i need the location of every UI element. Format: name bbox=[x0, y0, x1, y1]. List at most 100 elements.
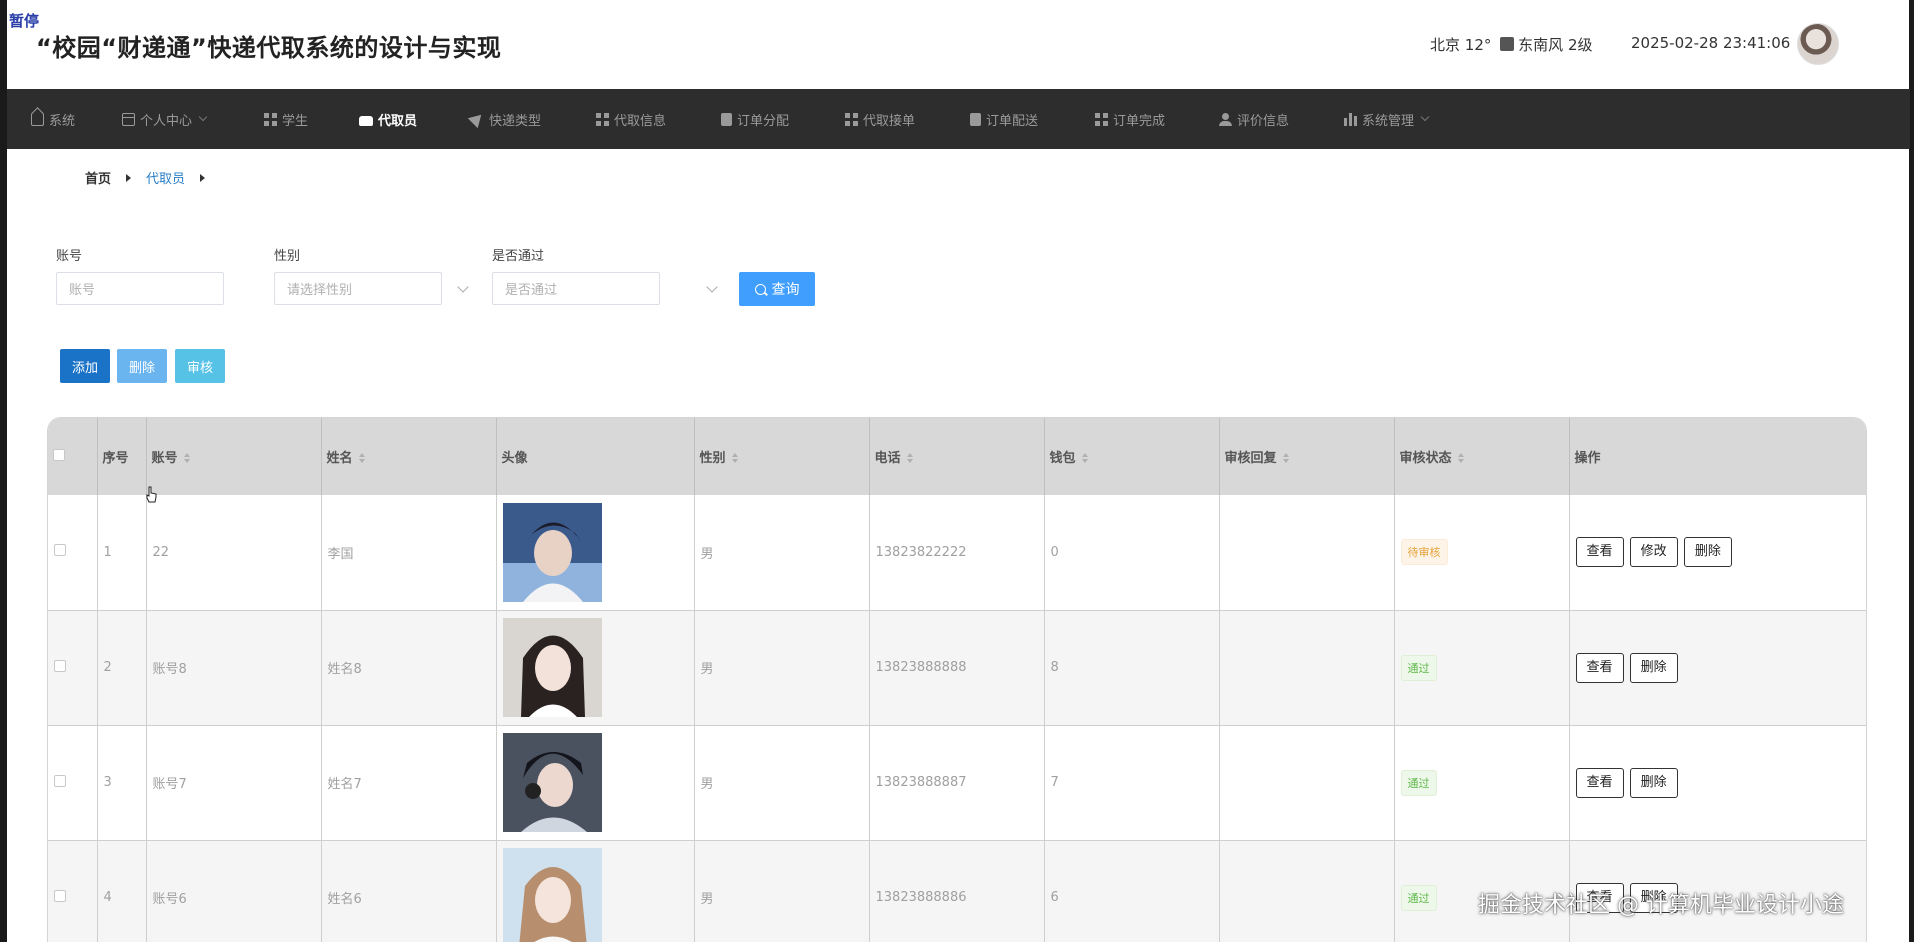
breadcrumb-home[interactable]: 首页 bbox=[85, 168, 111, 187]
nav-item-reviews[interactable]: 评价信息 bbox=[1219, 89, 1289, 149]
grid-icon bbox=[1095, 112, 1108, 126]
cell-audit-reply bbox=[1219, 840, 1395, 942]
nav-item-pickup-info[interactable]: 代取信息 bbox=[596, 89, 666, 149]
query-button[interactable]: 查询 bbox=[739, 272, 815, 306]
delete-button[interactable]: 删除 bbox=[1629, 767, 1678, 798]
column-header-phone[interactable]: 电话 bbox=[869, 418, 1045, 495]
select-all-checkbox[interactable] bbox=[53, 448, 65, 461]
status-badge: 通过 bbox=[1400, 769, 1437, 796]
column-header-wallet[interactable]: 钱包 bbox=[1044, 418, 1220, 495]
column-header-index: 序号 bbox=[97, 418, 147, 495]
column-header-name[interactable]: 姓名 bbox=[321, 418, 497, 495]
app-title: “校园“财递通”快递代取系统的设计与实现 bbox=[36, 34, 502, 62]
sort-icon[interactable] bbox=[358, 453, 365, 463]
nav-item-express-types[interactable]: 快递类型 bbox=[467, 89, 541, 149]
sort-icon[interactable] bbox=[906, 453, 913, 463]
cell-avatar bbox=[496, 610, 695, 726]
nav-item-label: 个人中心 bbox=[140, 113, 193, 129]
cell-gender: 男 bbox=[694, 840, 870, 942]
nav-item-system[interactable]: 系统 bbox=[31, 89, 75, 149]
user-icon bbox=[1219, 112, 1232, 126]
cell-index: 4 bbox=[97, 840, 147, 942]
column-header-label: 钱包 bbox=[1049, 451, 1076, 466]
plane-icon bbox=[467, 109, 487, 129]
gender-select[interactable]: 请选择性别 bbox=[274, 272, 442, 305]
page: 暂停 “校园“财递通”快递代取系统的设计与实现 北京 12° 东南风 2级 20… bbox=[0, 0, 1914, 942]
clipboard-icon bbox=[970, 112, 981, 126]
column-header-audit-status[interactable]: 审核状态 bbox=[1394, 418, 1570, 495]
add-button[interactable]: 添加 bbox=[60, 349, 110, 383]
nav-item-pickup-accept[interactable]: 代取接单 bbox=[845, 89, 915, 149]
nav-item-label: 代取员 bbox=[378, 113, 418, 129]
view-button[interactable]: 查看 bbox=[1575, 537, 1624, 568]
delete-button[interactable]: 删除 bbox=[1629, 652, 1678, 683]
row-checkbox[interactable] bbox=[54, 889, 66, 902]
nav-item-personal-center[interactable]: 个人中心 bbox=[122, 89, 208, 149]
column-header-account[interactable]: 账号 bbox=[146, 418, 322, 495]
cell-name: 姓名8 bbox=[321, 610, 497, 726]
cell-wallet: 7 bbox=[1044, 725, 1220, 841]
account-label: 账号 bbox=[56, 249, 83, 264]
sort-icon[interactable] bbox=[1282, 453, 1289, 463]
query-button-label: 查询 bbox=[771, 282, 800, 298]
cell-index: 3 bbox=[97, 725, 147, 841]
approved-select[interactable]: 是否通过 bbox=[492, 272, 660, 305]
batch-delete-button[interactable]: 删除 bbox=[117, 349, 167, 383]
view-button[interactable]: 查看 bbox=[1575, 652, 1624, 683]
weather-temp: 12° bbox=[1464, 36, 1492, 54]
cell-account: 账号6 bbox=[146, 840, 322, 942]
breadcrumb-current[interactable]: 代取员 bbox=[146, 168, 185, 187]
row-checkbox[interactable] bbox=[54, 659, 66, 672]
table-row: 3 账号7 姓名7 男 13823888887 7 通过 查看 删除 bbox=[48, 725, 1866, 841]
nav-item-order-complete[interactable]: 订单完成 bbox=[1095, 89, 1165, 149]
nav-item-system-admin[interactable]: 系统管理 bbox=[1344, 89, 1430, 149]
cell-audit-reply bbox=[1219, 610, 1395, 726]
cell-phone: 13823888886 bbox=[869, 840, 1045, 942]
delete-button[interactable]: 删除 bbox=[1683, 537, 1732, 568]
home-icon bbox=[31, 112, 44, 126]
account-input[interactable]: 账号 bbox=[56, 272, 224, 305]
row-checkbox[interactable] bbox=[54, 774, 66, 787]
cell-name: 姓名7 bbox=[321, 725, 497, 841]
column-header-gender[interactable]: 性别 bbox=[694, 418, 870, 495]
audit-button[interactable]: 审核 bbox=[175, 349, 225, 383]
courier-table: 序号 账号 姓名 头像 性别 电话 钱包 审核回复 审核状态 操作 1 22 李… bbox=[47, 417, 1867, 942]
nav-item-label: 订单完成 bbox=[1113, 113, 1166, 129]
hand-cursor-icon bbox=[146, 486, 157, 503]
nav-item-label: 系统管理 bbox=[1362, 113, 1415, 129]
grid-icon bbox=[845, 112, 858, 126]
chevron-down-icon[interactable] bbox=[457, 281, 469, 293]
sort-icon[interactable] bbox=[1457, 453, 1464, 463]
chevron-down-icon[interactable] bbox=[706, 281, 718, 293]
cell-audit-status: 待审核 bbox=[1394, 495, 1570, 611]
column-header-audit-reply[interactable]: 审核回复 bbox=[1219, 418, 1395, 495]
sort-icon[interactable] bbox=[1081, 453, 1088, 463]
cell-avatar bbox=[496, 495, 695, 611]
avatar-photo[interactable] bbox=[502, 733, 602, 832]
avatar-photo[interactable] bbox=[502, 618, 602, 717]
user-avatar[interactable] bbox=[1797, 23, 1839, 65]
nav-item-label: 代取信息 bbox=[614, 113, 667, 129]
view-button[interactable]: 查看 bbox=[1575, 767, 1624, 798]
nav-item-couriers[interactable]: 代取员 bbox=[359, 89, 417, 149]
select-all-cell bbox=[48, 418, 98, 495]
sort-icon[interactable] bbox=[183, 453, 190, 463]
row-checkbox[interactable] bbox=[54, 544, 66, 557]
column-header-avatar: 头像 bbox=[496, 418, 695, 495]
avatar-photo[interactable] bbox=[502, 502, 602, 602]
top-nav: 系统 个人中心 学生 代取员 快递类型 代取信息 订单分配 代取接单 订单配送 … bbox=[7, 89, 1910, 149]
row-select-cell bbox=[48, 610, 98, 726]
nav-item-students[interactable]: 学生 bbox=[264, 89, 308, 149]
card-icon bbox=[122, 112, 135, 126]
nav-item-order-assign[interactable]: 订单分配 bbox=[721, 89, 789, 149]
cell-audit-status: 通过 bbox=[1394, 725, 1570, 841]
table-row: 2 账号8 姓名8 男 13823888888 8 通过 查看 删除 bbox=[48, 610, 1866, 726]
cell-actions: 查看 修改 删除 bbox=[1569, 495, 1866, 611]
nav-item-order-delivery[interactable]: 订单配送 bbox=[970, 89, 1038, 149]
sort-icon[interactable] bbox=[731, 453, 738, 463]
edit-button[interactable]: 修改 bbox=[1629, 537, 1678, 568]
datetime: 2025-02-28 23:41:06 bbox=[1631, 34, 1791, 52]
chevron-down-icon bbox=[198, 112, 208, 122]
avatar-photo[interactable] bbox=[502, 848, 602, 942]
caret-right-icon bbox=[126, 173, 132, 182]
